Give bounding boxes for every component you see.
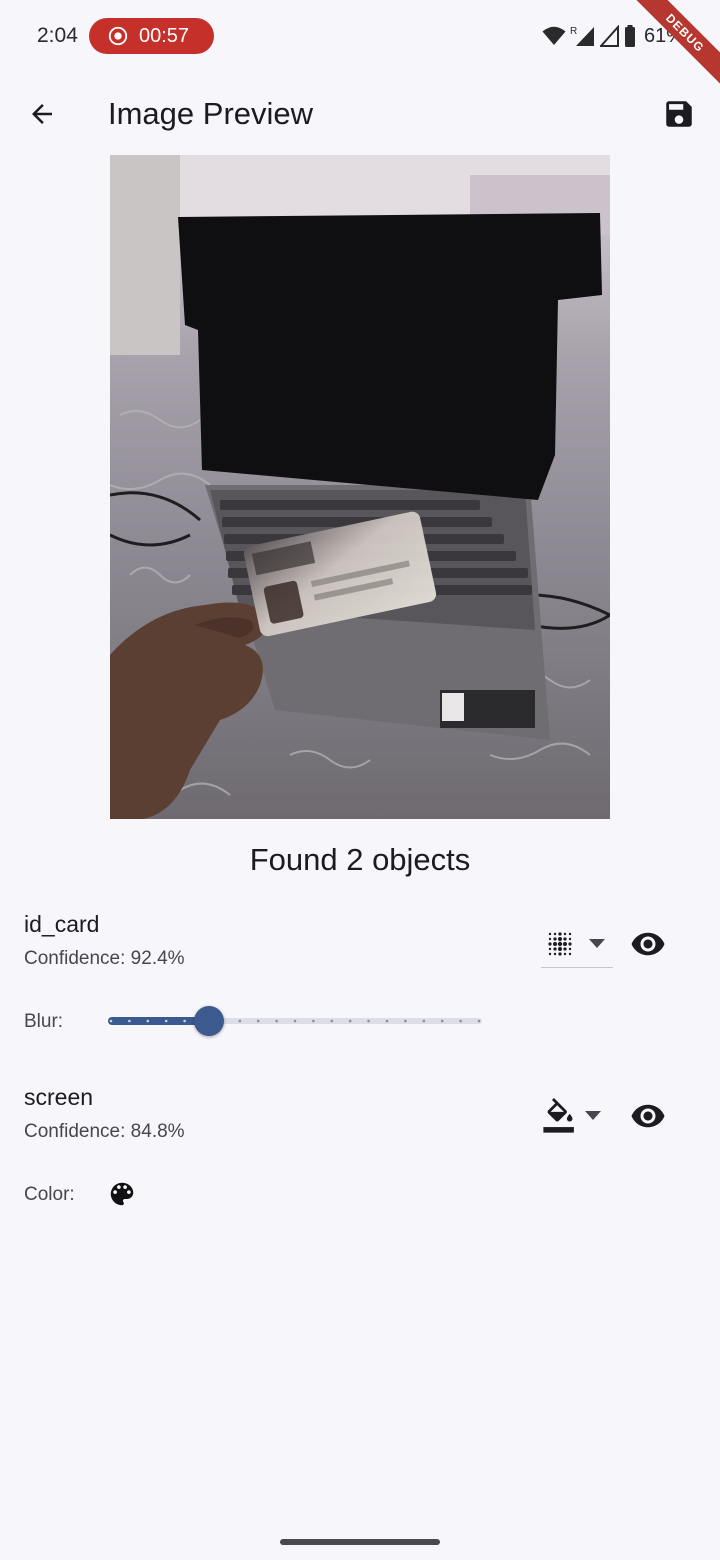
page-title: Image Preview [108, 96, 314, 131]
chevron-down-icon [585, 1111, 601, 1120]
visibility-toggle-screen[interactable] [626, 1094, 670, 1138]
battery-icon [625, 25, 635, 47]
eye-icon [631, 1104, 665, 1128]
save-icon [666, 101, 692, 127]
record-icon [108, 26, 128, 46]
wifi-icon [542, 26, 566, 45]
object-confidence-id-card: Confidence: 92.4% [24, 948, 185, 969]
object-name-id-card: id_card [24, 911, 100, 937]
results-heading: Found 2 objects [249, 842, 471, 877]
effect-dropdown-id-card[interactable] [541, 920, 613, 968]
blur-label: Blur: [24, 1011, 64, 1032]
slider-ticks [109, 1019, 481, 1023]
status-icons: R 61% [542, 24, 684, 48]
save-button[interactable] [656, 92, 702, 136]
slider-thumb[interactable] [193, 1006, 224, 1036]
blur-slider[interactable] [108, 1004, 484, 1038]
image-preview [110, 155, 610, 819]
status-time: 2:04 [37, 24, 78, 47]
color-label: Color: [24, 1184, 75, 1205]
app-bar: Image Preview [0, 72, 720, 156]
visibility-toggle-id-card[interactable] [626, 922, 670, 966]
home-indicator[interactable] [280, 1539, 440, 1545]
signal-roaming-icon: R [570, 26, 594, 46]
chevron-down-icon [589, 938, 605, 948]
color-picker-button[interactable] [104, 1176, 140, 1212]
screen-record-indicator[interactable]: 00:57 [89, 18, 214, 54]
blur-dots-icon [548, 931, 572, 956]
recording-timer: 00:57 [139, 24, 190, 47]
eye-icon [631, 932, 665, 956]
svg-text:R: R [570, 26, 577, 37]
arrow-back-icon [32, 104, 52, 124]
object-confidence-screen: Confidence: 84.8% [24, 1121, 185, 1142]
paint-bucket-icon [543, 1098, 574, 1133]
object-name-screen: screen [24, 1084, 94, 1110]
signal-icon [600, 25, 619, 47]
status-bar: 2:04 00:57 R 61% [0, 0, 720, 72]
effect-dropdown-screen[interactable] [541, 1092, 613, 1140]
palette-icon [110, 1182, 134, 1206]
back-button[interactable] [18, 90, 66, 138]
